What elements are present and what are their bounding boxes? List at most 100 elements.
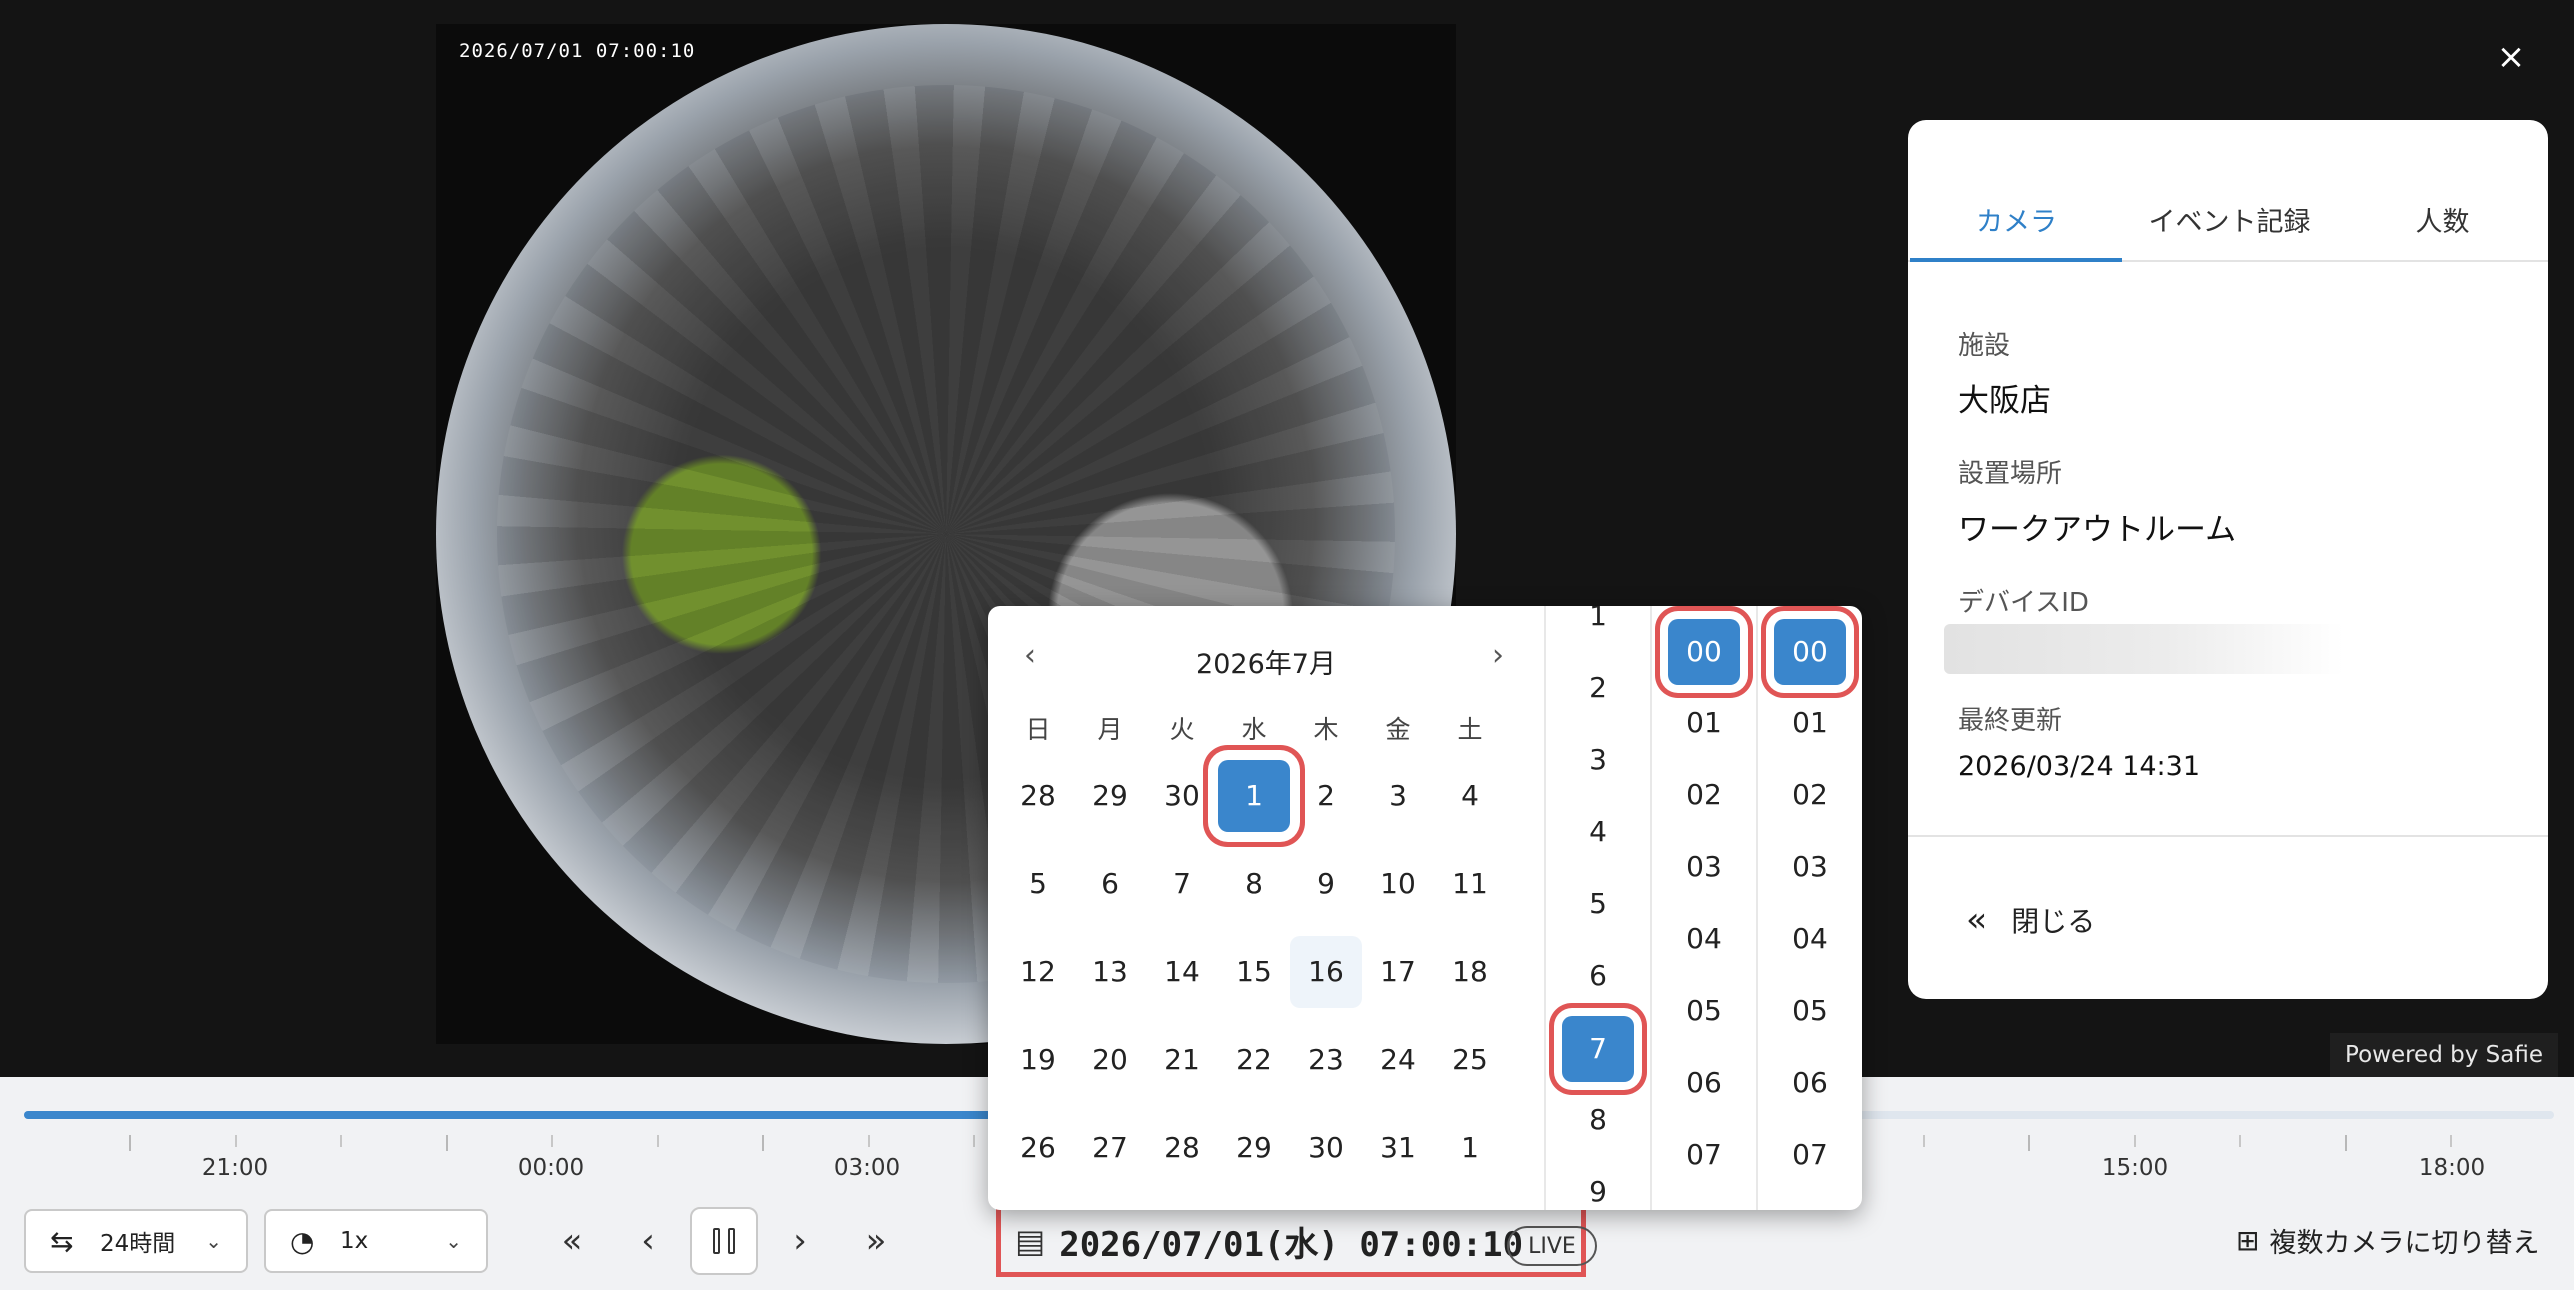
chevron-down-icon: ⌄ (445, 1229, 462, 1253)
calendar-day[interactable]: 1 (1218, 760, 1290, 832)
hour-column[interactable]: 1 2 3 4 5 6 7 8 9 (1544, 606, 1650, 1210)
second-option[interactable]: 03 (1758, 831, 1862, 903)
timeline-tick (762, 1135, 764, 1151)
tab-camera[interactable]: カメラ (1910, 200, 2123, 239)
forward-fast-button[interactable]: » (854, 1219, 898, 1263)
calendar-day[interactable]: 4 (1434, 760, 1506, 832)
hour-option[interactable]: 4 (1546, 796, 1650, 868)
switch-multi-camera-button[interactable]: ⊞ 複数カメラに切り替え (2236, 1221, 2539, 1260)
panel-divider (1908, 835, 2548, 837)
calendar-day[interactable]: 2 (1290, 760, 1362, 832)
calendar-day[interactable]: 28 (1002, 760, 1074, 832)
pause-button[interactable] (690, 1207, 758, 1275)
hour-option[interactable]: 2 (1546, 652, 1650, 724)
calendar-day[interactable]: 3 (1362, 760, 1434, 832)
calendar-day[interactable]: 10 (1362, 848, 1434, 920)
tab-event-log[interactable]: イベント記録 (2123, 200, 2336, 239)
calendar-day[interactable]: 29 (1074, 760, 1146, 832)
switch-multi-camera-label: 複数カメラに切り替え (2269, 1228, 2540, 1259)
close-icon[interactable]: × (2494, 40, 2528, 74)
calendar-day[interactable]: 15 (1218, 936, 1290, 1008)
calendar-day[interactable]: 9 (1290, 848, 1362, 920)
calendar-day[interactable]: 28 (1146, 1112, 1218, 1184)
gauge-icon: ◔ (290, 1224, 315, 1258)
second-column[interactable]: 00 01 02 03 04 05 06 07 (1756, 606, 1862, 1210)
calendar-day[interactable]: 19 (1002, 1024, 1074, 1096)
minute-option-label: 06 (1686, 1066, 1722, 1099)
calendar-day[interactable]: 21 (1146, 1024, 1218, 1096)
calendar-day[interactable]: 13 (1074, 936, 1146, 1008)
second-option[interactable]: 06 (1758, 1047, 1862, 1119)
calendar-day[interactable]: 30 (1146, 760, 1218, 832)
minute-option[interactable]: 07 (1652, 1119, 1756, 1191)
minute-option[interactable]: 00 (1652, 615, 1756, 687)
minute-option[interactable]: 04 (1652, 903, 1756, 975)
second-option-label: 00 (1774, 619, 1846, 685)
second-option[interactable]: 04 (1758, 903, 1862, 975)
step-forward-button[interactable]: › (778, 1219, 822, 1263)
timeline-tick (551, 1135, 553, 1147)
calendar-day[interactable]: 23 (1290, 1024, 1362, 1096)
minute-option[interactable]: 01 (1652, 687, 1756, 759)
hour-option[interactable]: 7 (1546, 1012, 1650, 1084)
calendar-day[interactable]: 22 (1218, 1024, 1290, 1096)
timeline-tick (657, 1135, 659, 1147)
calendar-day[interactable]: 6 (1074, 848, 1146, 920)
calendar-day[interactable]: 5 (1002, 848, 1074, 920)
calendar-day[interactable]: 29 (1218, 1112, 1290, 1184)
minute-option[interactable]: 02 (1652, 759, 1756, 831)
calendar-day[interactable]: 24 (1362, 1024, 1434, 1096)
second-option[interactable]: 02 (1758, 759, 1862, 831)
speed-select[interactable]: ◔ 1x ⌄ (264, 1209, 488, 1273)
minute-column[interactable]: 00 01 02 03 04 05 06 07 (1650, 606, 1756, 1210)
calendar-day[interactable]: 20 (1074, 1024, 1146, 1096)
calendar-day[interactable]: 16 (1290, 936, 1362, 1008)
facility-label: 施設 (1958, 331, 2011, 361)
minute-option[interactable]: 03 (1652, 831, 1756, 903)
minute-option-label: 05 (1686, 994, 1722, 1027)
calendar-day[interactable]: 17 (1362, 936, 1434, 1008)
calendar-day[interactable]: 27 (1074, 1112, 1146, 1184)
hour-option-label: 1 (1589, 606, 1607, 632)
step-back-button[interactable]: ‹ (626, 1219, 670, 1263)
pause-icon-bar (713, 1228, 720, 1254)
next-month-button[interactable]: › (1476, 634, 1520, 678)
calendar-day[interactable]: 31 (1362, 1112, 1434, 1184)
minute-option[interactable]: 05 (1652, 975, 1756, 1047)
calendar-day[interactable]: 14 (1146, 936, 1218, 1008)
camera-info-panel: カメラ イベント記録 人数 施設 大阪店 設置場所 ワークアウトルーム デバイス… (1908, 120, 2548, 999)
hour-option[interactable]: 8 (1546, 1084, 1650, 1156)
datetime-value: 2026/07/01(水) 07:00:10 (1059, 1224, 1524, 1265)
weekday-label: 木 (1313, 715, 1339, 744)
timeline-tick (1923, 1135, 1925, 1147)
timeline-tick (235, 1135, 237, 1147)
calendar-day[interactable]: 8 (1218, 848, 1290, 920)
weekday-label: 火 (1169, 715, 1195, 744)
hour-option[interactable]: 5 (1546, 868, 1650, 940)
live-badge[interactable]: LIVE (1507, 1226, 1597, 1266)
calendar-day[interactable]: 25 (1434, 1024, 1506, 1096)
calendar-day[interactable]: 11 (1434, 848, 1506, 920)
calendar-day[interactable]: 12 (1002, 936, 1074, 1008)
hour-option[interactable]: 1 (1546, 606, 1650, 652)
second-option[interactable]: 05 (1758, 975, 1862, 1047)
second-option[interactable]: 00 (1758, 615, 1862, 687)
second-option[interactable]: 07 (1758, 1119, 1862, 1191)
pause-icon-bar (728, 1228, 735, 1254)
hour-option[interactable]: 9 (1546, 1156, 1650, 1210)
calendar-day[interactable]: 1 (1434, 1112, 1506, 1184)
calendar-day[interactable]: 26 (1002, 1112, 1074, 1184)
minute-option[interactable]: 06 (1652, 1047, 1756, 1119)
datetime-field[interactable]: ▤ 2026/07/01(水) 07:00:10 LIVE (996, 1205, 1597, 1277)
second-option[interactable]: 01 (1758, 687, 1862, 759)
calendar-day[interactable]: 30 (1290, 1112, 1362, 1184)
chevron-down-icon: ⌄ (205, 1229, 222, 1253)
rewind-fast-button[interactable]: « (550, 1219, 594, 1263)
tab-people-count[interactable]: 人数 (2336, 200, 2549, 239)
calendar-day[interactable]: 18 (1434, 936, 1506, 1008)
hour-option[interactable]: 3 (1546, 724, 1650, 796)
range-select[interactable]: ⇆ 24時間 ⌄ (24, 1209, 248, 1273)
calendar-day[interactable]: 7 (1146, 848, 1218, 920)
hour-option[interactable]: 6 (1546, 940, 1650, 1012)
close-panel-button[interactable]: ‹‹ 閉じる (1966, 900, 2095, 940)
